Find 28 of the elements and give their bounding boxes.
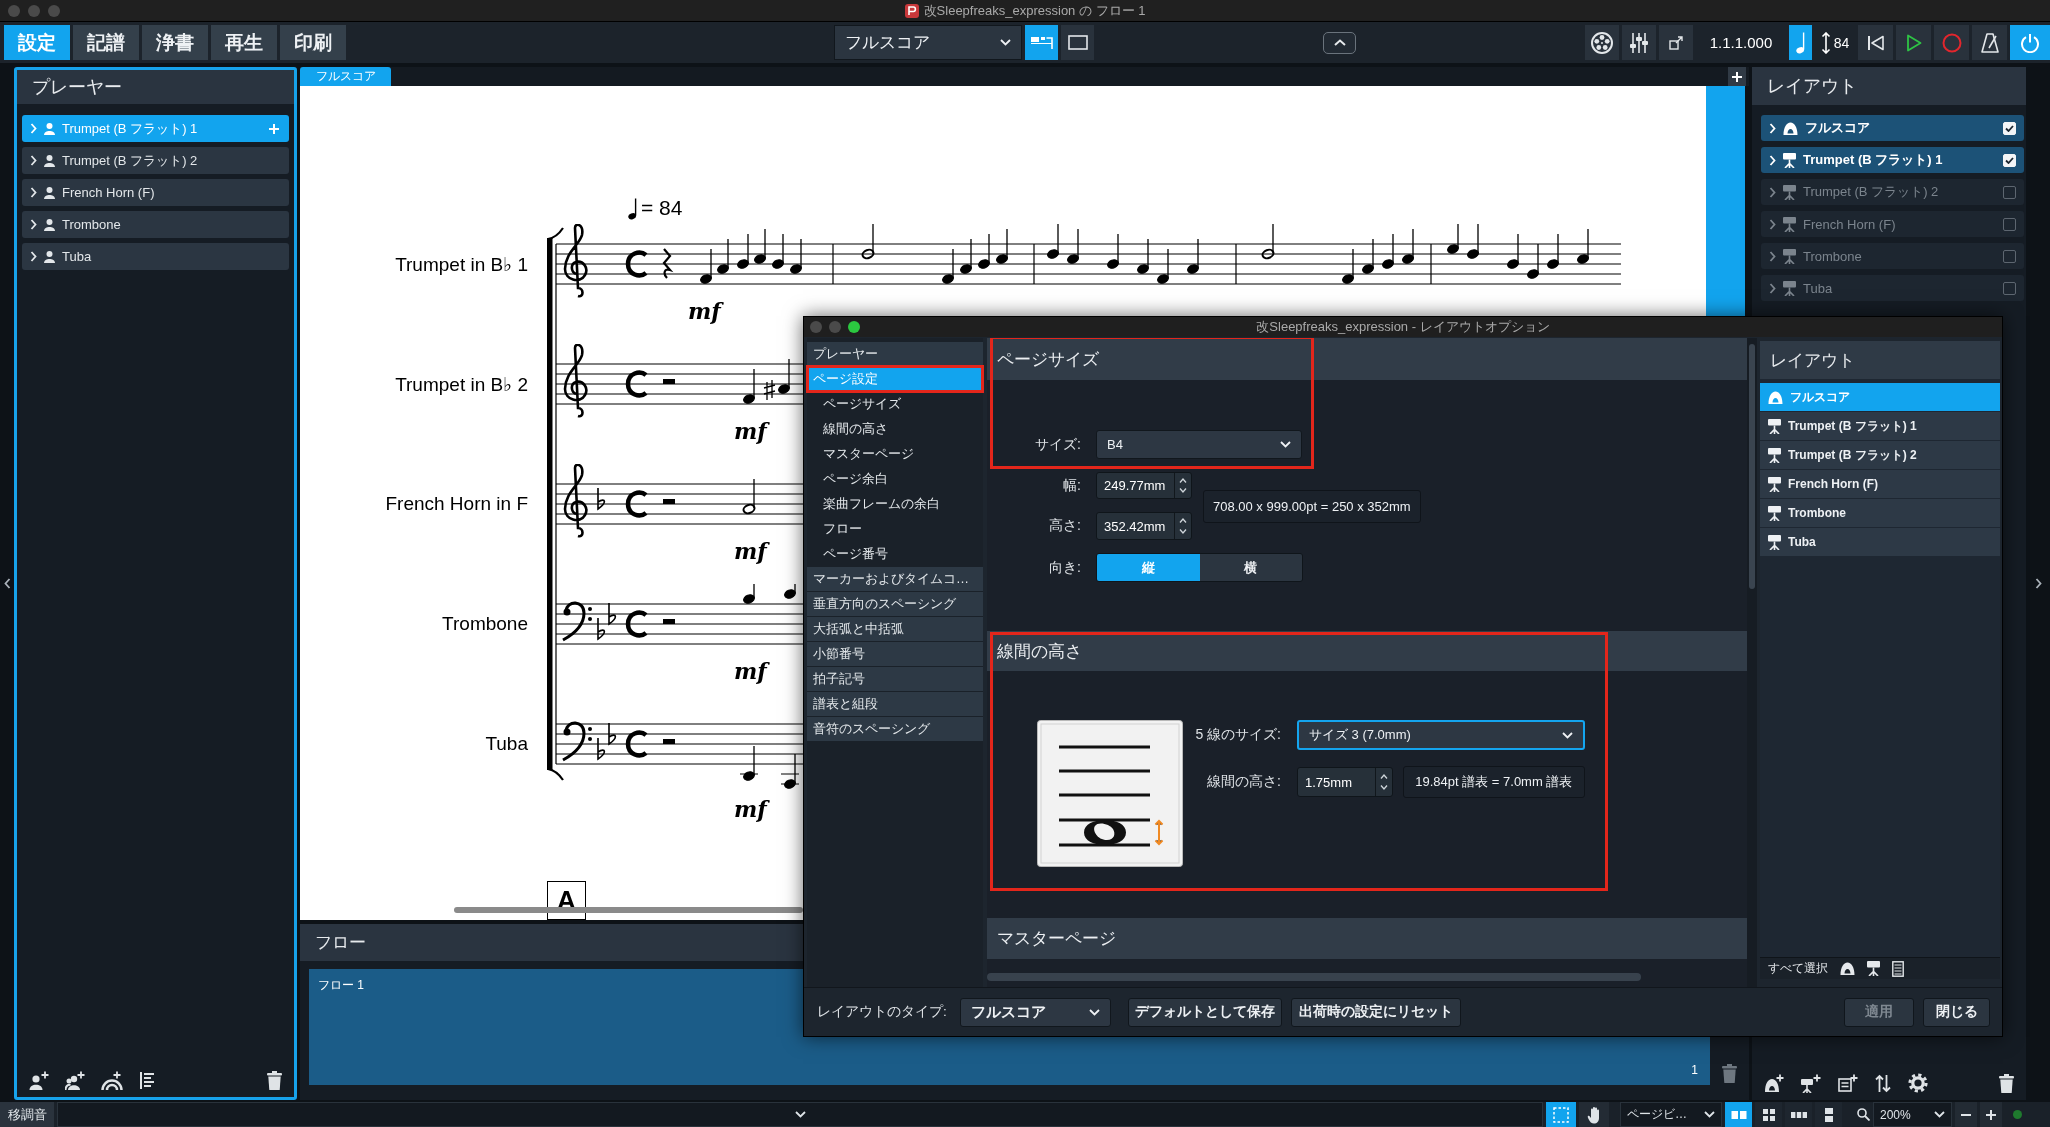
time-position: 1.1.1.000 — [1708, 33, 1774, 53]
instrument-name: Trombone — [442, 613, 528, 635]
section-header: マスターページ — [987, 918, 1747, 959]
tempo-marking: = 84 — [641, 196, 683, 220]
instrument-name: Trumpet in B♭ 1 — [395, 252, 528, 276]
select-all-label: すべて選択 — [1768, 960, 1828, 977]
field-label: 向き: — [1049, 558, 1081, 577]
field-label: レイアウトのタイプ: — [817, 1003, 947, 1021]
page-size-readout: 708.00 x 999.00pt = 250 x 352mm — [1203, 489, 1421, 523]
instrument-name: Tuba — [485, 733, 528, 755]
window-title: 改Sleepfreaks_expression の フロー 1 — [923, 1, 1146, 20]
field-label: 高さ: — [1049, 517, 1081, 535]
field-label: 5 線のサイズ: — [1195, 726, 1281, 744]
instrument-name: Trumpet in B♭ 2 — [395, 372, 528, 396]
flow-name: フロー 1 — [318, 977, 364, 994]
section-header: 線間の高さ — [987, 631, 1747, 671]
field-label: 線間の高さ: — [1207, 773, 1281, 791]
panel-title: レイアウト — [1760, 341, 2000, 379]
flow-number: 1 — [1691, 1063, 1698, 1077]
field-label: サイズ: — [1035, 435, 1081, 454]
tempo-readout: 84 — [1833, 34, 1850, 51]
field-label: 幅: — [1063, 476, 1081, 495]
dialog-title: 改Sleepfreaks_expression - レイアウトオプション — [1256, 318, 1550, 336]
staff-size-readout: 19.84pt 譜表 = 7.0mm 譜表 — [1402, 766, 1585, 798]
instrument-name: French Horn in F — [385, 493, 528, 515]
section-header: ページサイズ — [987, 338, 1747, 380]
panel-title: プレーヤー — [17, 70, 294, 104]
panel-title: レイアウト — [1752, 67, 2026, 105]
